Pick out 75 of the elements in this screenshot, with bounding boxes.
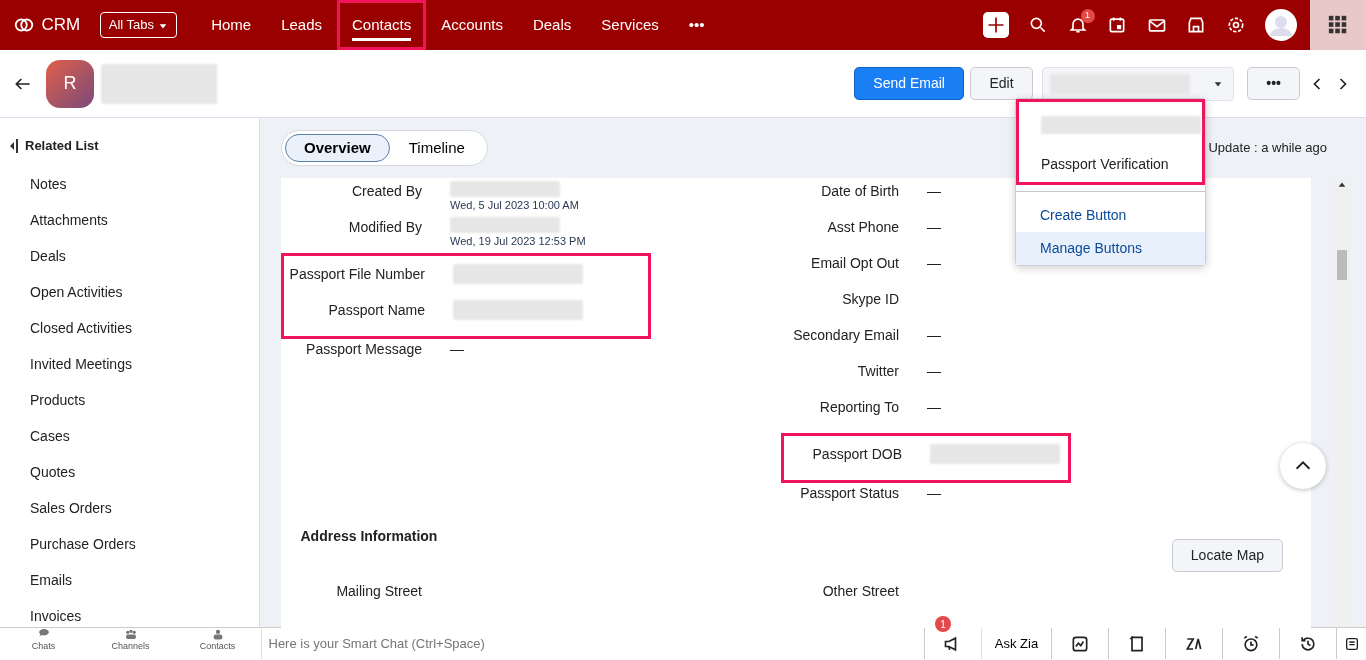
notification-badge: 1: [1080, 8, 1095, 23]
menu-link[interactable]: Manage Buttons: [1016, 231, 1205, 265]
section-title: Address Information: [300, 526, 438, 546]
field-value: —: [927, 327, 941, 344]
last-update-text: Update : a while ago: [1208, 139, 1327, 158]
custom-button-dropdown[interactable]: [1042, 66, 1235, 101]
field-label: Reporting To: [818, 398, 900, 418]
view-tab[interactable]: Timeline: [389, 133, 484, 163]
field-value: —: [927, 255, 941, 272]
all-tabs-button[interactable]: All Tabs: [99, 12, 177, 38]
sidebar-item[interactable]: Cases: [0, 418, 259, 455]
user-avatar-icon[interactable]: [1265, 9, 1297, 41]
nav-tab[interactable]: Deals: [517, 0, 587, 50]
field-label: Skype ID: [841, 290, 900, 310]
field-label: Other Street: [821, 582, 900, 602]
field-value: —: [927, 183, 941, 200]
apps-button[interactable]: [1310, 0, 1366, 50]
field-label: Secondary Email: [792, 326, 900, 346]
field-label: Passport File Number: [288, 265, 426, 285]
calendar-icon[interactable]: [1107, 15, 1127, 35]
sidebar-item[interactable]: Quotes: [0, 454, 259, 491]
scroll-thumb[interactable]: [1336, 250, 1347, 280]
field-date: Wed, 19 Jul 2023 12:53 PM: [450, 234, 586, 250]
nav-tab[interactable]: Home: [196, 0, 267, 50]
sidebar-item[interactable]: Emails: [0, 562, 259, 599]
more-tabs-button[interactable]: •••: [673, 0, 720, 50]
sidebar-title: Related List: [25, 136, 99, 155]
sidebar-item[interactable]: Notes: [0, 166, 259, 203]
scroll-up-icon[interactable]: [1336, 180, 1347, 190]
field-label: Passport DOB: [811, 445, 903, 465]
field-label: Twitter: [856, 362, 900, 382]
nav-tab[interactable]: Leads: [266, 0, 337, 50]
sidebar-item[interactable]: Purchase Orders: [0, 526, 259, 563]
create-button[interactable]: [982, 12, 1009, 38]
field-label: Date of Birth: [820, 182, 900, 202]
field-label: Created By: [350, 182, 423, 202]
list-icon[interactable]: [1343, 635, 1360, 652]
field-label: Passport Status: [799, 484, 900, 504]
people-icon: [123, 628, 138, 640]
field-label: Modified By: [347, 218, 423, 238]
sidebar-item[interactable]: Sales Orders: [0, 490, 259, 527]
field-date: Wed, 5 Jul 2023 10:00 AM: [450, 198, 579, 214]
locate-map-button[interactable]: Locate Map: [1171, 539, 1283, 573]
view-tab[interactable]: Overview: [285, 133, 390, 163]
sidebar-item[interactable]: Products: [0, 382, 259, 419]
sidebar-item[interactable]: Deals: [0, 238, 259, 275]
send-email-button[interactable]: Send Email: [854, 67, 964, 100]
search-icon[interactable]: [1028, 15, 1048, 35]
edit-button[interactable]: Edit: [970, 67, 1033, 100]
record-avatar: R: [46, 59, 94, 108]
field-label: Mailing Street: [335, 582, 423, 602]
sidebar-item[interactable]: Invited Meetings: [0, 346, 259, 383]
field-label: Passport Name: [327, 301, 426, 321]
nav-tab[interactable]: Contacts: [337, 0, 427, 50]
field-value: —: [927, 485, 941, 502]
more-actions-button[interactable]: •••: [1247, 67, 1300, 100]
field-label: Passport Message: [305, 340, 423, 360]
field-label: Asst Phone: [826, 218, 900, 238]
field-value: —: [927, 363, 941, 380]
field-value: —: [450, 341, 464, 358]
field-value: —: [927, 399, 941, 416]
scrollbar[interactable]: [1333, 180, 1350, 627]
sidebar-item[interactable]: Open Activities: [0, 274, 259, 311]
store-icon[interactable]: [1186, 15, 1206, 35]
field-label: Email Opt Out: [810, 254, 900, 274]
announcement-badge: 1: [935, 616, 951, 632]
sidebar-item[interactable]: Attachments: [0, 202, 259, 239]
nav-tab[interactable]: Services: [586, 0, 674, 50]
field-value: —: [927, 219, 941, 236]
sidebar-item[interactable]: Closed Activities: [0, 310, 259, 347]
grid-icon: [1327, 14, 1349, 36]
menu-link[interactable]: Create Button: [1016, 198, 1205, 232]
nav-tab[interactable]: Accounts: [426, 0, 518, 50]
app-name: CRM: [41, 14, 81, 37]
alarm-clock-icon[interactable]: [1241, 633, 1261, 654]
